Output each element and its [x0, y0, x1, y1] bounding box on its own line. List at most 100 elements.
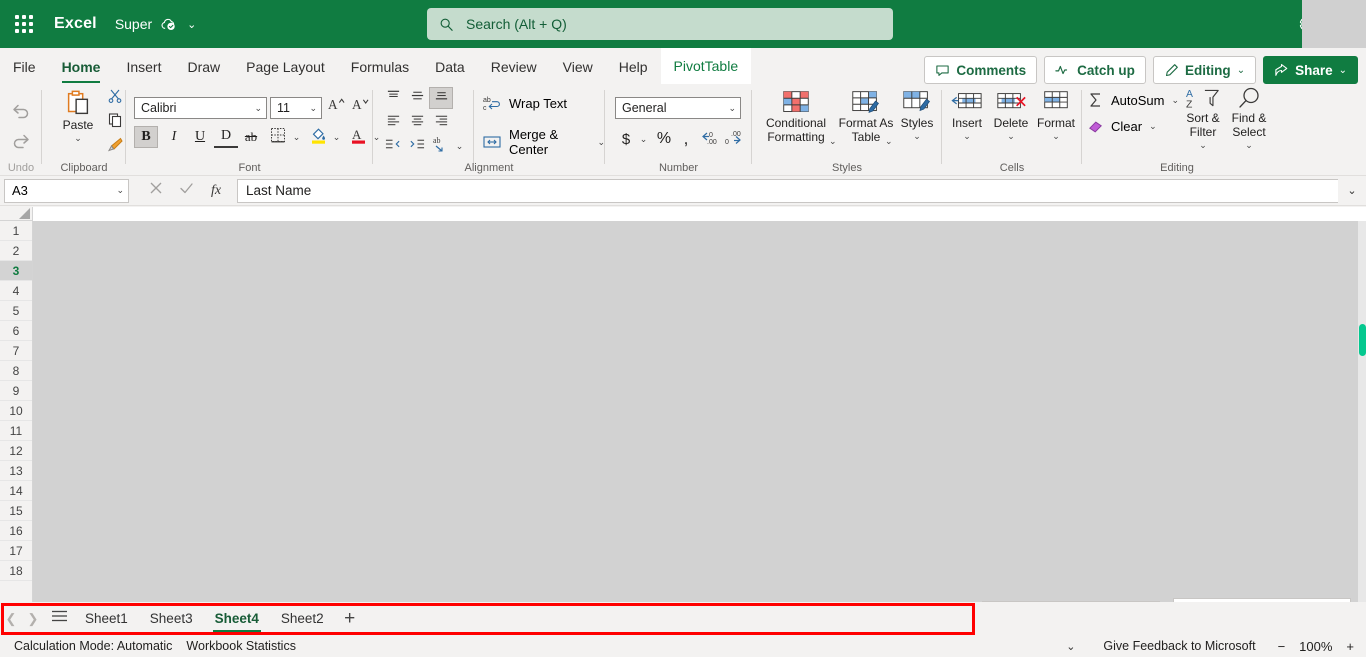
delete-chevron-down-icon[interactable]: ⌄: [1007, 131, 1015, 141]
fill-color-chevron-down-icon[interactable]: ⌄: [330, 128, 343, 146]
row-header-18[interactable]: 18: [0, 561, 32, 581]
paste-button[interactable]: Paste ⌄: [54, 89, 102, 143]
borders-chevron-down-icon[interactable]: ⌄: [290, 128, 303, 146]
row-header-7[interactable]: 7: [0, 341, 32, 361]
cut-button[interactable]: [104, 88, 126, 109]
row-header-14[interactable]: 14: [0, 481, 32, 501]
currency-format-button[interactable]: $: [616, 128, 636, 150]
row-header-4[interactable]: 4: [0, 281, 32, 301]
insert-cells-button[interactable]: Insert ⌄: [946, 89, 988, 141]
currency-chevron-down-icon[interactable]: ⌄: [637, 130, 650, 148]
add-sheet-button[interactable]: +: [335, 608, 365, 630]
tab-help[interactable]: Help: [606, 50, 661, 84]
font-color-button[interactable]: A: [346, 126, 370, 148]
sheet-tab-sheet4[interactable]: Sheet4: [204, 603, 270, 634]
orientation-chevron-down-icon[interactable]: ⌄: [453, 137, 466, 155]
number-format-selector[interactable]: General ⌄: [615, 97, 741, 119]
wrap-text-button[interactable]: ab c Wrap Text: [483, 95, 567, 112]
font-name-selector[interactable]: Calibri ⌄: [134, 97, 267, 119]
shrink-font-button[interactable]: A: [350, 96, 370, 118]
row-header-8[interactable]: 8: [0, 361, 32, 381]
tab-file[interactable]: File: [0, 50, 49, 84]
row-header-10[interactable]: 10: [0, 401, 32, 421]
row-header-3[interactable]: 3: [0, 261, 32, 281]
clear-button[interactable]: Clear ⌄: [1088, 118, 1157, 134]
cell-styles-chevron-down-icon[interactable]: ⌄: [913, 131, 921, 141]
align-left-button[interactable]: [381, 111, 405, 133]
find-and-select-button[interactable]: Find & Select ⌄: [1226, 86, 1272, 150]
comma-style-button[interactable]: ,: [676, 128, 696, 150]
sheet-tab-sheet3[interactable]: Sheet3: [139, 603, 204, 634]
row-header-12[interactable]: 12: [0, 441, 32, 461]
next-sheet-button[interactable]: ❯: [22, 611, 44, 627]
document-menu-chevron-down-icon[interactable]: ⌄: [187, 18, 196, 31]
tab-insert[interactable]: Insert: [113, 50, 174, 84]
double-underline-button[interactable]: D: [214, 126, 238, 148]
tab-review[interactable]: Review: [478, 50, 550, 84]
format-cells-button[interactable]: Format ⌄: [1034, 89, 1078, 141]
row-header-9[interactable]: 9: [0, 381, 32, 401]
fill-color-button[interactable]: [306, 126, 330, 148]
search-box[interactable]: [427, 8, 893, 40]
status-options-chevron-down-icon[interactable]: ⌄: [1066, 640, 1075, 653]
expand-formula-bar-chevron-down-icon[interactable]: ⌄: [1338, 176, 1366, 206]
delete-cells-button[interactable]: Delete ⌄: [990, 89, 1032, 141]
vertical-scrollbar[interactable]: [1358, 221, 1366, 602]
align-top-button[interactable]: [381, 87, 405, 109]
comments-button[interactable]: Comments: [924, 56, 1038, 84]
tab-view[interactable]: View: [550, 50, 606, 84]
increase-indent-button[interactable]: [405, 135, 429, 157]
format-chevron-down-icon[interactable]: ⌄: [1052, 131, 1060, 141]
decrease-decimal-button[interactable]: .00 0: [722, 128, 746, 150]
tab-home[interactable]: Home: [49, 50, 114, 84]
align-middle-button[interactable]: [405, 87, 429, 109]
zoom-level-label[interactable]: 100%: [1299, 639, 1332, 654]
increase-decimal-button[interactable]: 0.00: [697, 128, 721, 150]
borders-button[interactable]: [266, 126, 290, 148]
insert-function-button[interactable]: fx: [201, 179, 231, 203]
font-size-selector[interactable]: 11 ⌄: [270, 97, 322, 119]
format-painter-button[interactable]: [104, 136, 126, 157]
name-box[interactable]: A3 ⌄: [4, 178, 129, 203]
select-all-corner-icon[interactable]: [0, 207, 33, 221]
zoom-in-button[interactable]: +: [1346, 639, 1354, 654]
align-right-button[interactable]: [429, 111, 453, 133]
row-header-16[interactable]: 16: [0, 521, 32, 541]
undo-arrow-icon[interactable]: [6, 96, 36, 124]
conditional-formatting-chevron-down-icon[interactable]: ⌄: [829, 136, 837, 147]
catch-up-button[interactable]: Catch up: [1044, 56, 1146, 84]
give-feedback-button[interactable]: Give Feedback to Microsoft: [1103, 639, 1255, 653]
row-header-1[interactable]: 1: [0, 221, 32, 241]
workbook-statistics-button[interactable]: Workbook Statistics: [186, 639, 296, 653]
tab-draw[interactable]: Draw: [174, 50, 233, 84]
formula-input[interactable]: Last Name: [237, 178, 1338, 203]
row-header-5[interactable]: 5: [0, 301, 32, 321]
sort-filter-chevron-down-icon[interactable]: ⌄: [1199, 140, 1207, 150]
format-as-table-chevron-down-icon[interactable]: ⌄: [885, 136, 893, 147]
waffle-icon[interactable]: [0, 0, 48, 48]
tab-pivottable[interactable]: PivotTable: [660, 48, 752, 84]
clear-chevron-down-icon[interactable]: ⌄: [1149, 121, 1157, 132]
document-name-group[interactable]: Super ⌄: [115, 16, 197, 33]
tab-page-layout[interactable]: Page Layout: [233, 50, 338, 84]
decrease-indent-button[interactable]: [381, 135, 405, 157]
autosum-chevron-down-icon[interactable]: ⌄: [1171, 95, 1179, 106]
search-input[interactable]: [464, 15, 881, 33]
row-header-17[interactable]: 17: [0, 541, 32, 561]
sort-and-filter-button[interactable]: A Z Sort & Filter ⌄: [1180, 86, 1226, 150]
tab-formulas[interactable]: Formulas: [338, 50, 422, 84]
align-bottom-button[interactable]: [429, 87, 453, 109]
copy-button[interactable]: [104, 112, 126, 133]
insert-chevron-down-icon[interactable]: ⌄: [963, 131, 971, 141]
sheet-tab-sheet1[interactable]: Sheet1: [74, 603, 139, 634]
underline-button[interactable]: U: [188, 126, 212, 148]
tab-data[interactable]: Data: [422, 50, 478, 84]
row-header-2[interactable]: 2: [0, 241, 32, 261]
merge-and-center-button[interactable]: Merge & Center ⌄: [483, 127, 605, 157]
conditional-formatting-button[interactable]: Conditional Formatting: [756, 89, 836, 145]
all-sheets-button[interactable]: [44, 609, 74, 628]
grid-content-overlay[interactable]: [33, 221, 1358, 602]
find-select-chevron-down-icon[interactable]: ⌄: [1245, 140, 1253, 150]
editing-mode-button[interactable]: Editing ⌄: [1152, 56, 1257, 84]
bold-button[interactable]: B: [134, 126, 158, 148]
